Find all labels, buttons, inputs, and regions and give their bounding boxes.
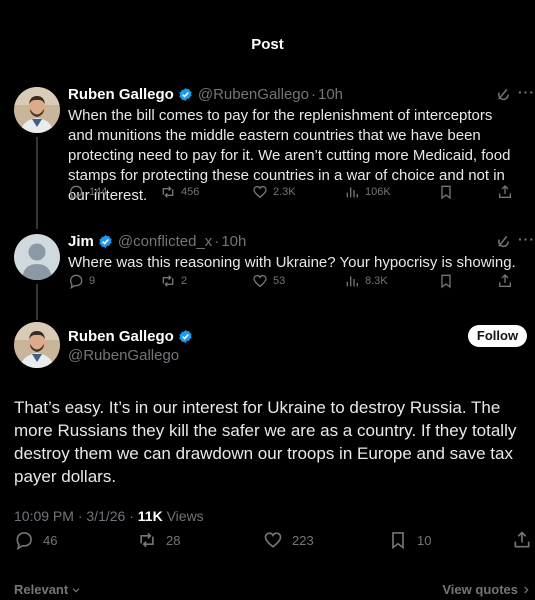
bookmark-button[interactable] bbox=[438, 273, 454, 289]
like-count: 2.3K bbox=[273, 186, 296, 198]
view-quotes-link[interactable]: View quotes bbox=[442, 582, 531, 597]
repost-icon bbox=[162, 186, 174, 198]
verified-badge-icon bbox=[99, 234, 112, 249]
heart-icon bbox=[253, 274, 267, 288]
page-title: Post bbox=[251, 36, 284, 53]
verified-badge-icon bbox=[179, 329, 192, 344]
repost-button[interactable]: 456 bbox=[160, 184, 199, 200]
share-button[interactable] bbox=[497, 273, 513, 289]
reply-icon bbox=[69, 185, 83, 200]
more-icon[interactable]: ··· bbox=[518, 84, 535, 100]
main-author: Ruben Gallego bbox=[68, 328, 198, 345]
author-handle[interactable]: @RubenGallego bbox=[68, 347, 179, 364]
like-count: 223 bbox=[292, 532, 314, 548]
avatar-ruben[interactable] bbox=[14, 87, 60, 133]
views-count: 106K bbox=[365, 186, 391, 198]
repost-count: 28 bbox=[166, 532, 181, 548]
views-count: 8.3K bbox=[365, 275, 388, 287]
share-icon bbox=[499, 185, 511, 198]
reply-button[interactable]: 9 bbox=[68, 273, 95, 289]
repost-button[interactable]: 2 bbox=[160, 273, 187, 289]
share-icon bbox=[514, 531, 530, 548]
reply2-header: Jim @conflicted_x · 10h bbox=[68, 233, 246, 250]
author-name[interactable]: Ruben Gallego bbox=[68, 86, 174, 103]
author-handle[interactable]: @conflicted_x bbox=[118, 233, 212, 250]
bookmark-icon bbox=[441, 185, 451, 200]
verified-badge-icon bbox=[179, 87, 192, 102]
like-button[interactable]: 223 bbox=[263, 530, 314, 550]
reply2-text: Where was this reasoning with Ukraine? Y… bbox=[68, 254, 516, 271]
grok-icon[interactable] bbox=[496, 87, 511, 107]
reply-button[interactable]: 46 bbox=[14, 530, 57, 550]
sort-relevant-dropdown[interactable]: Relevant bbox=[14, 582, 81, 597]
share-button[interactable] bbox=[497, 184, 513, 200]
reply-icon bbox=[16, 532, 32, 550]
reply1-header: Ruben Gallego @RubenGallego · 10h bbox=[68, 86, 343, 103]
post-date[interactable]: 3/1/26 bbox=[86, 508, 125, 524]
views-button[interactable]: 106K bbox=[344, 184, 391, 200]
thread-line bbox=[36, 137, 38, 229]
analytics-icon bbox=[346, 187, 358, 198]
views-label: Views bbox=[166, 508, 204, 524]
more-icon[interactable]: ··· bbox=[518, 231, 535, 247]
analytics-icon bbox=[346, 276, 358, 287]
main-post-text: That’s easy. It’s in our interest for Uk… bbox=[14, 398, 517, 486]
bookmark-icon bbox=[441, 274, 451, 289]
share-button[interactable] bbox=[512, 530, 532, 550]
repost-count: 2 bbox=[181, 275, 188, 287]
views-count: 11K bbox=[137, 508, 163, 524]
heart-icon bbox=[253, 185, 267, 199]
author-name[interactable]: Jim bbox=[68, 233, 94, 250]
separator: · bbox=[214, 233, 220, 250]
author-name[interactable]: Ruben Gallego bbox=[68, 328, 174, 345]
reply-button[interactable]: 144 bbox=[68, 184, 107, 200]
reply-icon bbox=[69, 274, 83, 289]
like-button[interactable]: 2.3K bbox=[252, 184, 296, 200]
avatar-ruben[interactable] bbox=[14, 322, 60, 368]
chevron-right-icon bbox=[524, 586, 529, 593]
bookmark-count: 10 bbox=[417, 532, 432, 548]
sort-label: Relevant bbox=[14, 582, 69, 597]
views-button[interactable]: 8.3K bbox=[344, 273, 388, 289]
repost-icon bbox=[140, 532, 154, 548]
heart-icon bbox=[264, 532, 282, 548]
view-quotes-label: View quotes bbox=[442, 582, 518, 597]
post-time[interactable]: 10h bbox=[221, 233, 246, 250]
thread-line bbox=[36, 284, 38, 320]
bookmark-icon bbox=[392, 532, 404, 550]
like-count: 53 bbox=[273, 275, 286, 287]
reply-count: 144 bbox=[89, 186, 108, 198]
grok-icon[interactable] bbox=[496, 234, 511, 254]
author-handle[interactable]: @RubenGallego bbox=[198, 86, 309, 103]
separator: · bbox=[310, 86, 316, 103]
post-time[interactable]: 10h bbox=[318, 86, 343, 103]
reply-count: 9 bbox=[89, 275, 96, 287]
post-time[interactable]: 10:09 PM bbox=[14, 508, 74, 524]
repost-button[interactable]: 28 bbox=[137, 530, 180, 550]
chevron-down-icon bbox=[72, 587, 80, 593]
repost-count: 456 bbox=[181, 186, 200, 198]
bookmark-button[interactable]: 10 bbox=[388, 530, 431, 550]
post-meta: 10:09 PM · 3/1/26 · 11K Views bbox=[14, 508, 204, 524]
bookmark-button[interactable] bbox=[438, 184, 454, 200]
share-icon bbox=[499, 274, 511, 287]
reply-count: 46 bbox=[43, 532, 58, 548]
avatar-jim[interactable] bbox=[14, 234, 60, 280]
like-button[interactable]: 53 bbox=[252, 273, 285, 289]
repost-icon bbox=[162, 275, 174, 287]
follow-button[interactable]: Follow bbox=[468, 325, 527, 347]
